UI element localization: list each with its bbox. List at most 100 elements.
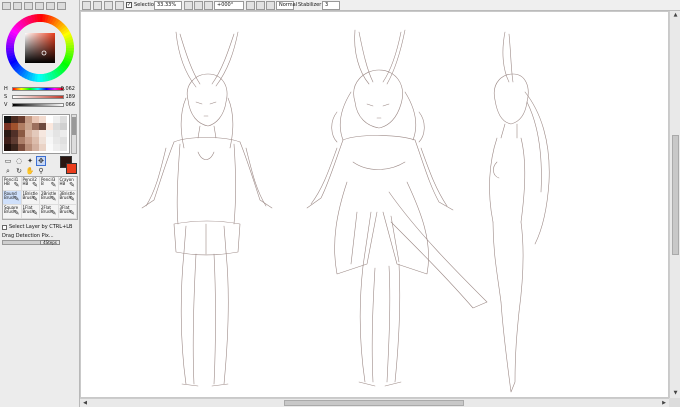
select-layer-checkbox[interactable] — [2, 224, 7, 230]
palette-swatch[interactable] — [25, 137, 32, 144]
scroll-up-arrow-icon[interactable]: ▲ — [672, 12, 679, 19]
vertical-scrollbar[interactable]: ▲ ▼ — [669, 11, 680, 398]
palette-swatch[interactable] — [46, 137, 53, 144]
palette-swatch[interactable] — [32, 144, 39, 151]
select-layer-option[interactable]: Select Layer by CTRL+LB — [2, 223, 78, 231]
palette-swatch[interactable] — [25, 116, 32, 123]
hue-slider-row[interactable]: H 0.062 — [2, 86, 78, 93]
zoom-in-button[interactable] — [194, 1, 203, 10]
saturation-slider-row[interactable]: S 189 — [2, 94, 78, 101]
brush-tool[interactable]: 2Flat Brush ✎ — [40, 205, 59, 219]
rect-select-icon[interactable]: ▭ — [3, 156, 13, 166]
palette-swatch[interactable] — [32, 137, 39, 144]
palette-tab[interactable] — [35, 2, 44, 10]
stabilizer-select[interactable]: 3 — [322, 1, 340, 10]
palette-scrollbar[interactable] — [71, 114, 77, 154]
palette-swatch[interactable] — [18, 130, 25, 137]
show-selection-button[interactable] — [104, 1, 113, 10]
palette-scroll-thumb[interactable] — [72, 117, 76, 135]
brush-tool[interactable]: 1Bristle Brush ✎ — [21, 191, 40, 205]
palette-swatch[interactable] — [39, 116, 46, 123]
magic-wand-icon[interactable]: ✦ — [25, 156, 35, 166]
brush-tool[interactable]: 1Flat Brush ✎ — [21, 205, 40, 219]
value-slider-row[interactable]: V 066 — [2, 102, 78, 109]
brush-tool[interactable]: Crayon HB ✎ — [58, 177, 77, 191]
color-wheel[interactable] — [4, 12, 76, 84]
rotate-left-button[interactable] — [246, 1, 255, 10]
palette-swatch[interactable] — [25, 123, 32, 130]
palette-swatch[interactable] — [4, 116, 11, 123]
deselect-button[interactable] — [82, 1, 91, 10]
lasso-icon[interactable]: ◌ — [14, 156, 24, 166]
hand-icon[interactable]: ✋ — [25, 166, 35, 176]
brush-tool[interactable]: Round Brush ✎ — [3, 191, 22, 205]
invert-selection-button[interactable] — [93, 1, 102, 10]
horizontal-scrollbar[interactable]: ◀ ▶ — [80, 398, 669, 407]
scroll-right-arrow-icon[interactable]: ▶ — [660, 399, 668, 407]
zoom-icon[interactable]: ⌕ — [3, 166, 13, 176]
palette-swatch[interactable] — [18, 123, 25, 130]
vertical-scroll-thumb[interactable] — [672, 135, 679, 255]
zoom-out-button[interactable] — [184, 1, 193, 10]
brush-tool[interactable]: Pencil3 B ✎ — [40, 177, 59, 191]
brush-tool[interactable]: Pencil2 HB ✎ — [21, 177, 40, 191]
background-color-swatch[interactable] — [66, 163, 77, 174]
palette-swatch[interactable] — [11, 116, 18, 123]
palette-swatch[interactable] — [18, 137, 25, 144]
palette-swatch[interactable] — [60, 137, 67, 144]
rotate-icon[interactable]: ↻ — [14, 166, 24, 176]
palette-swatch[interactable] — [46, 116, 53, 123]
hsv-slider-tab[interactable] — [24, 2, 33, 10]
palette-swatch[interactable] — [60, 144, 67, 151]
scratchpad-tab[interactable] — [46, 2, 55, 10]
palette-swatch[interactable] — [18, 116, 25, 123]
eyedropper-icon[interactable]: ⚲ — [36, 166, 46, 176]
palette-swatch[interactable] — [25, 130, 32, 137]
palette-swatch[interactable] — [11, 130, 18, 137]
canvas-area[interactable]: ▲ ▼ ◀ ▶ — [80, 11, 680, 407]
palette-swatch[interactable] — [53, 144, 60, 151]
rotate-reset-button[interactable] — [266, 1, 275, 10]
brush-tool[interactable]: Square Brush ✎ — [3, 205, 22, 219]
palette-swatch[interactable] — [53, 116, 60, 123]
palette-swatch[interactable] — [11, 144, 18, 151]
palette-swatch[interactable] — [32, 116, 39, 123]
rgb-slider-tab[interactable] — [13, 2, 22, 10]
transform-button[interactable] — [115, 1, 124, 10]
palette-swatch[interactable] — [46, 130, 53, 137]
palette-swatch[interactable] — [46, 123, 53, 130]
zoom-reset-button[interactable] — [204, 1, 213, 10]
horizontal-scroll-thumb[interactable] — [284, 400, 464, 406]
palette-swatch[interactable] — [60, 116, 67, 123]
rotation-field[interactable]: +000° — [214, 1, 244, 10]
palette-swatch[interactable] — [39, 144, 46, 151]
brush-tool[interactable]: 3Bristle Brush ✎ — [58, 191, 77, 205]
hue-track[interactable] — [12, 87, 64, 91]
palette-swatch[interactable] — [60, 123, 67, 130]
zoom-field[interactable]: 33.33% — [154, 1, 182, 10]
brush-tool[interactable]: 2Bristle Brush ✎ — [40, 191, 59, 205]
drag-detection-value[interactable]: 4Steps — [40, 240, 60, 245]
palette-swatch[interactable] — [11, 137, 18, 144]
palette-swatch[interactable] — [25, 144, 32, 151]
palette-swatch[interactable] — [46, 144, 53, 151]
palette-swatch[interactable] — [53, 123, 60, 130]
palette-swatch[interactable] — [53, 137, 60, 144]
palette-swatch[interactable] — [32, 130, 39, 137]
palette-swatch[interactable] — [11, 123, 18, 130]
selection-checkbox[interactable]: ✓ — [126, 2, 132, 8]
rotate-right-button[interactable] — [256, 1, 265, 10]
palette-swatch[interactable] — [60, 130, 67, 137]
palette-swatch[interactable] — [18, 144, 25, 151]
palette-swatch[interactable] — [39, 137, 46, 144]
palette-swatch[interactable] — [4, 123, 11, 130]
palette-swatch[interactable] — [4, 137, 11, 144]
blend-mode-select[interactable]: Normal — [276, 1, 297, 10]
palette-swatch[interactable] — [4, 144, 11, 151]
brush-tool[interactable]: 3Flat Brush ✎ — [58, 205, 77, 219]
scroll-down-arrow-icon[interactable]: ▼ — [672, 390, 679, 397]
brush-tool[interactable]: Pencil1 HB ✎ — [3, 177, 22, 191]
palette-swatch[interactable] — [32, 123, 39, 130]
scroll-left-arrow-icon[interactable]: ◀ — [81, 399, 89, 407]
palette-swatch[interactable] — [53, 130, 60, 137]
